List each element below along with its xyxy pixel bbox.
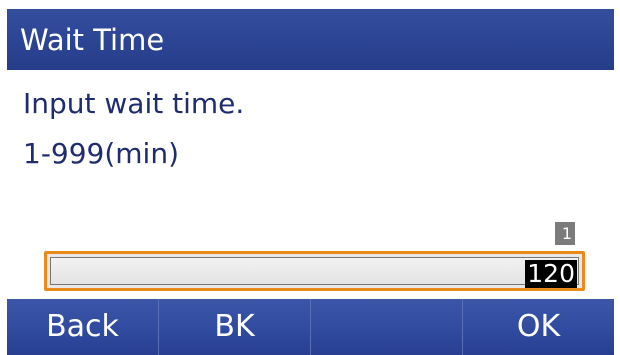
wait-time-screen: Wait Time Input wait time. 1-999(min) 1 … (0, 0, 620, 355)
range-hint-text: 1-999(min) (23, 137, 180, 170)
back-softkey[interactable]: Back (7, 299, 158, 355)
softkey-bar: Back BK OK (7, 299, 614, 355)
empty-softkey[interactable] (310, 299, 462, 355)
page-indicator-badge: 1 (555, 222, 575, 245)
instruction-text: Input wait time. (23, 87, 245, 120)
wait-time-input-inner[interactable]: 120 (50, 257, 579, 288)
wait-time-input[interactable]: 120 (44, 251, 585, 291)
page-title: Wait Time (20, 23, 165, 57)
bk-softkey[interactable]: BK (158, 299, 310, 355)
title-bar: Wait Time (7, 9, 614, 70)
ok-softkey[interactable]: OK (462, 299, 614, 355)
wait-time-value: 120 (525, 259, 577, 288)
